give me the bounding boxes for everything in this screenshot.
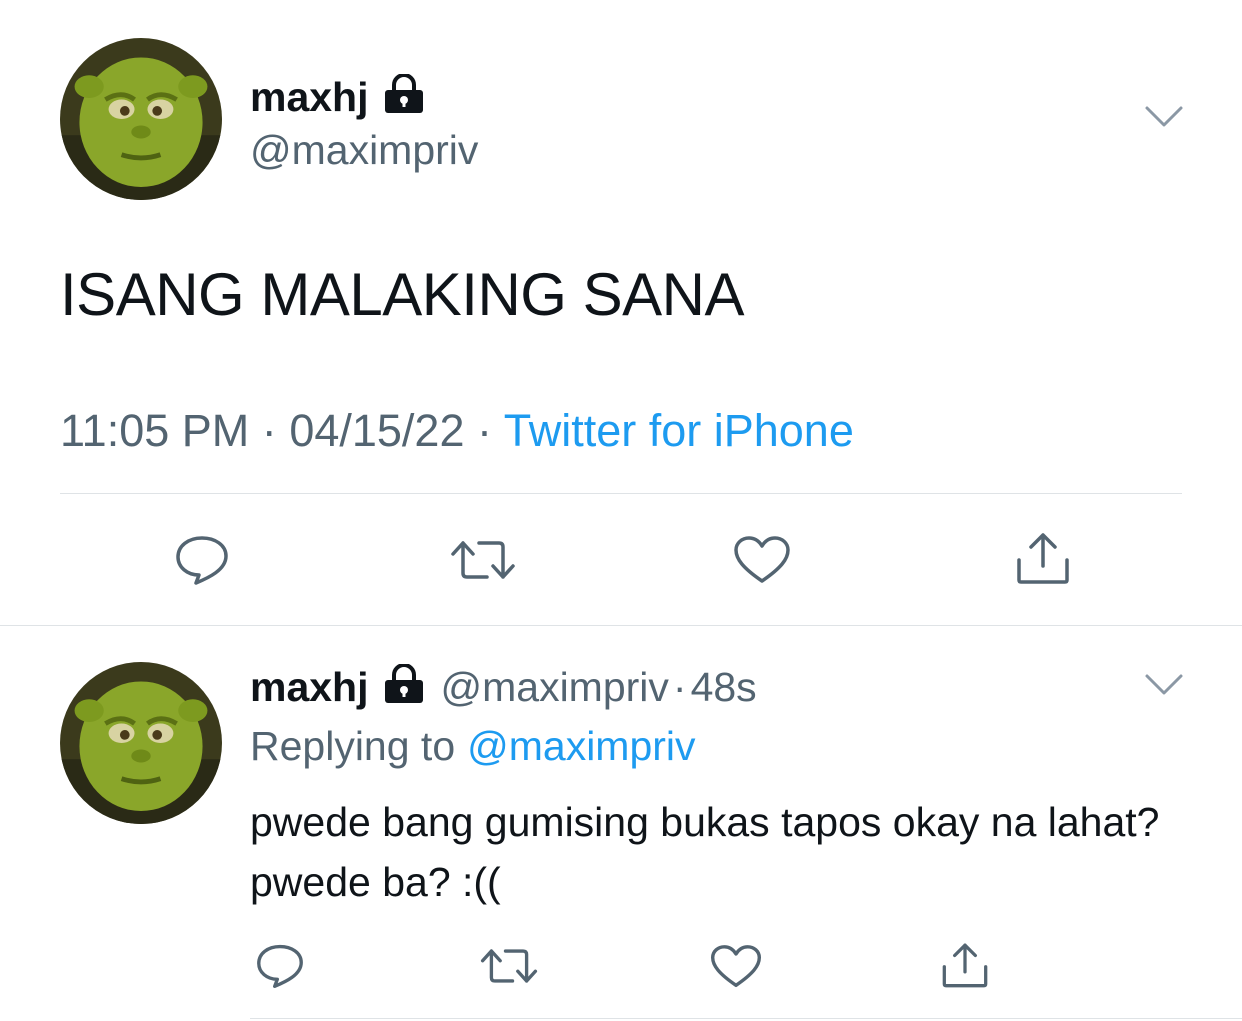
reply-header: maxhj @maximpriv · 48s — [250, 663, 757, 711]
meta-separator: · — [261, 405, 277, 456]
heart-icon — [734, 536, 790, 583]
divider — [60, 493, 1182, 494]
share-button[interactable] — [1012, 528, 1074, 588]
chevron-down-icon[interactable] — [1144, 672, 1184, 698]
tweet-time[interactable]: 11:05 PM — [60, 405, 249, 456]
tweet-source-link[interactable]: Twitter for iPhone — [504, 405, 854, 456]
divider — [250, 1018, 1242, 1019]
reply-button[interactable] — [170, 530, 234, 590]
tweet-age[interactable]: 48s — [691, 667, 757, 708]
author-handle[interactable]: @maximpriv — [441, 667, 669, 708]
reply-text: pwede bang gumising bukas tapos okay na … — [250, 799, 1160, 905]
replying-to-link[interactable]: @maximpriv — [467, 726, 695, 767]
avatar-image — [60, 38, 222, 200]
like-button[interactable] — [708, 942, 764, 990]
lock-icon — [383, 73, 425, 121]
display-name[interactable]: maxhj — [250, 667, 369, 708]
replying-to-label: Replying to — [250, 723, 456, 769]
avatar-image — [60, 662, 222, 824]
reply-button[interactable] — [252, 940, 308, 992]
retweet-icon — [480, 949, 538, 983]
share-icon — [1017, 533, 1069, 584]
chevron-down-icon[interactable] — [1144, 104, 1184, 130]
tweet-text: ISANG MALAKING SANA — [60, 261, 745, 328]
tweet-meta: 11:05 PM · 04/15/22 · Twitter for iPhone — [60, 408, 854, 453]
avatar[interactable] — [60, 662, 222, 824]
share-icon — [942, 943, 988, 988]
heart-icon — [710, 944, 762, 987]
display-name[interactable]: maxhj — [250, 77, 369, 118]
avatar[interactable] — [60, 38, 222, 200]
retweet-button[interactable] — [478, 942, 540, 990]
author-handle[interactable]: @maximpriv — [250, 130, 478, 171]
retweet-icon — [451, 541, 515, 579]
like-button[interactable] — [730, 532, 794, 588]
lock-icon — [383, 663, 425, 711]
replying-to-line: Replying to @maximpriv — [250, 726, 696, 767]
meta-separator: · — [477, 405, 492, 456]
comment-icon — [176, 536, 228, 585]
meta-separator: · — [672, 664, 687, 710]
tweet-date[interactable]: 04/15/22 — [289, 405, 464, 456]
comment-icon — [257, 944, 303, 989]
divider — [0, 625, 1242, 626]
share-button[interactable] — [938, 938, 992, 992]
retweet-button[interactable] — [448, 532, 518, 588]
author-name-row[interactable]: maxhj — [250, 73, 425, 121]
